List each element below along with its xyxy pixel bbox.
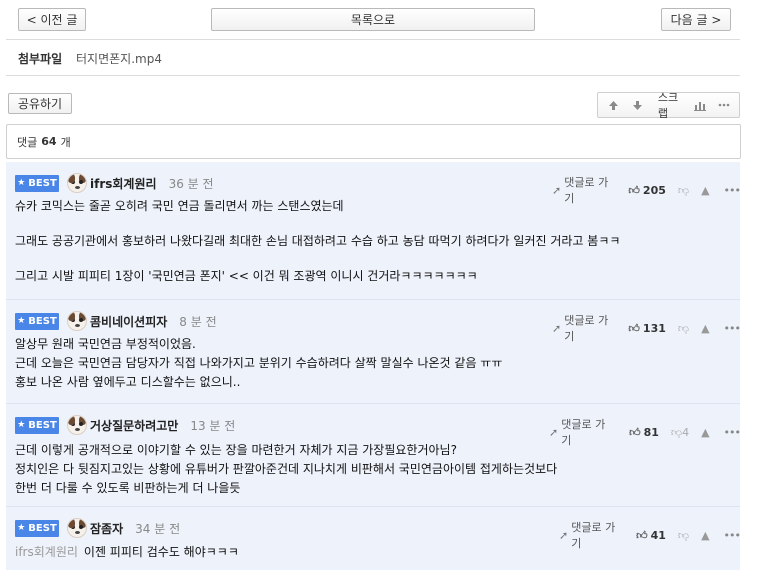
report-icon[interactable]: ▲	[701, 426, 709, 439]
comment-actions: ➚ 댓글로 가기 👍︎ 41 👎︎ ▲ •••	[559, 519, 741, 551]
thumbs-up-icon: 👍︎	[629, 425, 641, 439]
comment-count-bar: 댓글 64 개	[6, 124, 741, 159]
divider	[6, 75, 740, 76]
reply-link[interactable]: ➚ 댓글로 가기	[559, 519, 622, 551]
comment-line: 알상무 원래 국민연금 부정적이었음.	[15, 337, 196, 351]
more-icon[interactable]: •••	[724, 529, 741, 542]
star-icon: ★	[17, 316, 26, 326]
star-icon: ★	[17, 178, 26, 188]
comment-line: 슈카 코믹스는 줄곧 오히려 국민 연금 돌리면서 까는 스탠스였는데	[15, 199, 344, 213]
comment-count-suffix: 개	[60, 135, 71, 149]
next-post-button[interactable]: 다음 글 >	[661, 8, 731, 31]
post-toolbar: 스크랩	[597, 89, 740, 121]
prev-post-button[interactable]: < 이전 글	[18, 8, 86, 31]
comment-author[interactable]: ifrs회계원리	[90, 175, 157, 192]
more-icon[interactable]	[714, 103, 733, 107]
best-badge: ★ BEST	[15, 174, 59, 192]
arrow-up-icon[interactable]	[604, 100, 623, 111]
comment-line: 이젠 피피티 검수도 해야ㅋㅋㅋ	[83, 545, 239, 559]
arrow-down-icon[interactable]	[627, 100, 648, 111]
attachment-file-link[interactable]: 터지면폰지.mp4	[76, 52, 162, 66]
send-icon: ➚	[559, 528, 569, 542]
thumbs-down-icon: 👎︎	[670, 425, 683, 439]
scrap-button[interactable]: 스크랩	[658, 89, 687, 121]
comment-time: 34 분 전	[135, 521, 181, 536]
like-button[interactable]: 👍︎ 205	[628, 184, 665, 197]
comment-count-number: 64	[41, 135, 57, 148]
comment-line: 그래도 공공기관에서 홍보하러 나왔다길래 최대한 손님 대접하려고 수습 하고…	[15, 234, 621, 248]
thumbs-down-icon: 👎︎	[677, 528, 690, 542]
comment-actions: ➚ 댓글로 가기 👍︎ 81 👎︎ 4 ▲ •••	[549, 416, 741, 448]
more-icon[interactable]: •••	[724, 426, 741, 439]
thumbs-up-icon: 👍︎	[636, 528, 648, 542]
comment-actions: ➚ 댓글로 가기 👍︎ 131 👎︎ ▲ •••	[552, 312, 741, 344]
report-icon[interactable]: ▲	[701, 184, 709, 197]
avatar[interactable]	[67, 415, 87, 435]
more-icon[interactable]: •••	[724, 322, 741, 335]
thumbs-down-icon: 👎︎	[677, 183, 690, 197]
thumbs-down-icon: 👎︎	[677, 321, 690, 335]
reply-link[interactable]: ➚ 댓글로 가기	[549, 416, 615, 448]
best-badge: ★ BEST	[15, 416, 59, 434]
comment-line: 한번 더 다룰 수 있도록 비판하는게 더 나을듯	[15, 481, 241, 495]
more-icon[interactable]: •••	[724, 184, 741, 197]
send-icon: ➚	[552, 183, 562, 197]
comment-item: ★ BEST 잠좀자 34 분 전 ➚ 댓글로 가기 👍︎ 41 👎︎ ▲ ••• i…	[6, 507, 741, 570]
comment-body: 근데 이렇게 공개적으로 이야기할 수 있는 장을 마련한거 자체가 지금 가장…	[15, 441, 557, 498]
comment-time: 36 분 전	[168, 176, 214, 191]
comment-item: ★ BEST ifrs회계원리 36 분 전 ➚ 댓글로 가기 👍︎ 205 👎︎ ▲…	[6, 162, 741, 300]
send-icon: ➚	[549, 425, 559, 439]
star-icon: ★	[17, 420, 26, 430]
report-icon[interactable]: ▲	[701, 529, 709, 542]
like-button[interactable]: 👍︎ 81	[629, 426, 659, 439]
comment-author[interactable]: 거상질문하려고만	[90, 417, 178, 434]
share-button[interactable]: 공유하기	[8, 93, 72, 114]
send-icon: ➚	[552, 321, 562, 335]
comment-body: ifrs회계원리 이젠 피피티 검수도 해야ㅋㅋㅋ	[15, 543, 239, 562]
attachment-label: 첨부파일	[18, 52, 63, 66]
comment-body: 슈카 코믹스는 줄곧 오히려 국민 연금 돌리면서 까는 스탠스였는데 그래도 …	[15, 197, 620, 286]
comment-time: 8 분 전	[179, 314, 217, 329]
avatar[interactable]	[67, 173, 87, 193]
dislike-button[interactable]: 👎︎ 4	[671, 426, 689, 439]
like-button[interactable]: 👍︎ 131	[628, 322, 665, 335]
best-badge: ★ BEST	[15, 312, 59, 330]
dislike-button[interactable]: 👎︎	[678, 529, 689, 542]
attachment-row: 첨부파일 터지면폰지.mp4	[18, 50, 162, 67]
comment-count-prefix: 댓글	[17, 135, 38, 149]
reply-link[interactable]: ➚ 댓글로 가기	[552, 312, 614, 344]
comment-item: ★ BEST 거상질문하려고만 13 분 전 ➚ 댓글로 가기 👍︎ 81 👎︎ 4 ▲…	[6, 404, 741, 507]
comment-item: ★ BEST 콤비네이션피자 8 분 전 ➚ 댓글로 가기 👍︎ 131 👎︎ ▲ •…	[6, 300, 741, 404]
comment-author[interactable]: 잠좀자	[90, 520, 123, 537]
comment-time: 13 분 전	[190, 418, 236, 433]
bar-chart-icon[interactable]	[693, 100, 708, 111]
reply-to-author[interactable]: ifrs회계원리	[15, 545, 78, 559]
report-icon[interactable]: ▲	[701, 322, 709, 335]
dislike-button[interactable]: 👎︎	[678, 184, 689, 197]
list-button[interactable]: 목록으로	[211, 8, 535, 31]
dislike-button[interactable]: 👎︎	[678, 322, 689, 335]
divider	[6, 39, 740, 40]
comment-line: 홍보 나온 사람 옆에두고 디스할수는 없으니..	[15, 375, 241, 389]
comment-line: 그리고 시발 피피티 1장이 '국민연금 폰지' << 이건 뭐 조광역 이니시…	[15, 269, 478, 283]
star-icon: ★	[17, 523, 26, 533]
avatar[interactable]	[67, 518, 87, 538]
like-button[interactable]: 👍︎ 41	[636, 529, 666, 542]
thumbs-up-icon: 👍︎	[628, 321, 640, 335]
avatar[interactable]	[67, 311, 87, 331]
comment-line: 근데 이렇게 공개적으로 이야기할 수 있는 장을 마련한거 자체가 지금 가장…	[15, 443, 457, 457]
comment-body: 알상무 원래 국민연금 부정적이었음. 근데 오늘은 국민연금 담당자가 직접 …	[15, 335, 502, 392]
best-badge: ★ BEST	[15, 519, 59, 537]
comment-line: 근데 오늘은 국민연금 담당자가 직접 나와가지고 분위기 수습하려다 살짝 말…	[15, 356, 503, 370]
comment-author[interactable]: 콤비네이션피자	[90, 313, 167, 330]
comment-line: 정치인은 다 뒷짐지고있는 상황에 유튜버가 판깔아준건데 지나치게 비판해서 …	[15, 462, 558, 476]
thumbs-up-icon: 👍︎	[628, 183, 640, 197]
